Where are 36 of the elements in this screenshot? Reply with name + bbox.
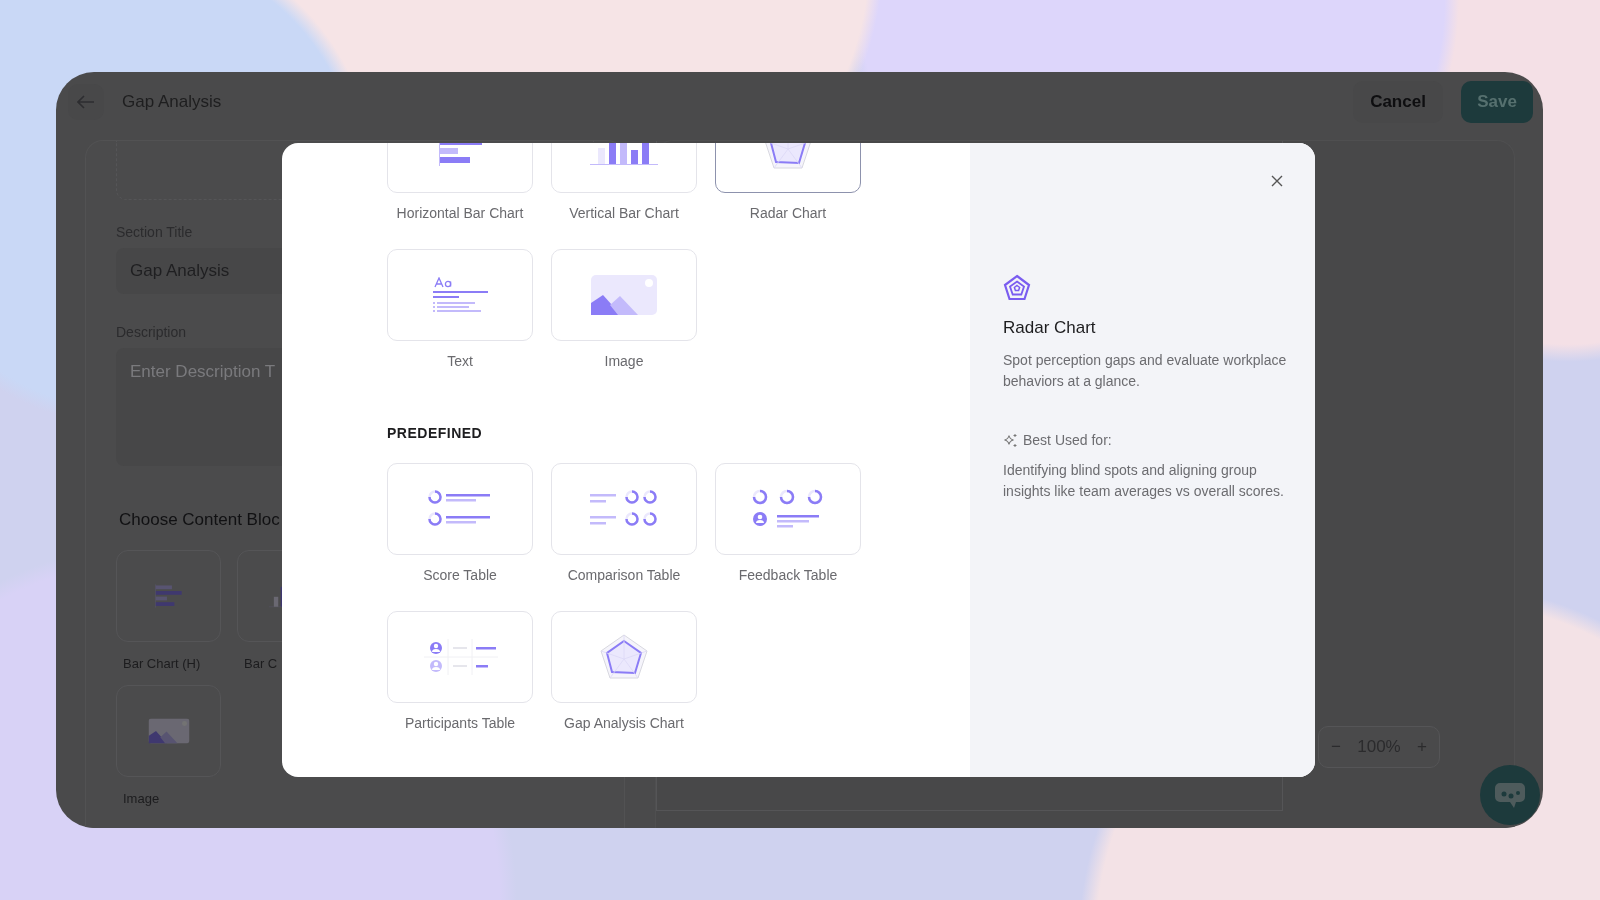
section-heading: Choose Content Bloc	[118, 510, 281, 530]
sparkle-icon	[1003, 432, 1018, 448]
image-icon	[148, 718, 189, 744]
content-block-tile[interactable]	[116, 550, 221, 642]
close-icon	[1270, 174, 1284, 188]
content-block-tile[interactable]	[116, 685, 221, 777]
detail-title: Radar Chart	[1003, 318, 1097, 338]
comparison-table-icon	[588, 489, 660, 529]
text-block-icon	[431, 277, 489, 313]
chat-button[interactable]	[1480, 765, 1540, 825]
block-label: Image	[603, 353, 645, 369]
back-arrow-icon	[77, 95, 95, 109]
block-label: Gap Analysis Chart	[563, 715, 685, 731]
close-button[interactable]	[1270, 174, 1284, 188]
bar-chart-icon	[155, 584, 182, 608]
block-label: Text	[446, 353, 474, 369]
radar-chart-icon	[598, 632, 650, 682]
best-used-label: Best Used for:	[1023, 432, 1112, 448]
pentagon-icon	[1003, 274, 1031, 302]
zoom-in-button[interactable]: +	[1415, 737, 1429, 757]
feedback-table-icon	[751, 488, 825, 530]
score-table-icon	[427, 489, 493, 529]
block-label: Score Table	[422, 567, 498, 583]
save-button[interactable]: Save	[1461, 81, 1533, 123]
detail-description: Spot perception gaps and evaluate workplace behaviors at a glance.	[1003, 351, 1288, 391]
best-used-text: Identifying blind spots and aligning group insights like team averages vs overall scores.	[1003, 461, 1285, 501]
zoom-out-button[interactable]: −	[1329, 737, 1343, 757]
block-label: Participants Table	[403, 715, 517, 731]
block-label: Radar Chart	[748, 205, 828, 221]
section-heading: PREDEFINED	[387, 425, 484, 441]
image-icon	[591, 275, 657, 315]
block-label: Vertical Bar Chart	[568, 205, 680, 221]
block-label: Feedback Table	[737, 567, 839, 583]
chat-bubble-icon	[1494, 781, 1526, 809]
block-label: Horizontal Bar Chart	[395, 205, 525, 221]
block-label: Comparison Table	[566, 567, 682, 583]
